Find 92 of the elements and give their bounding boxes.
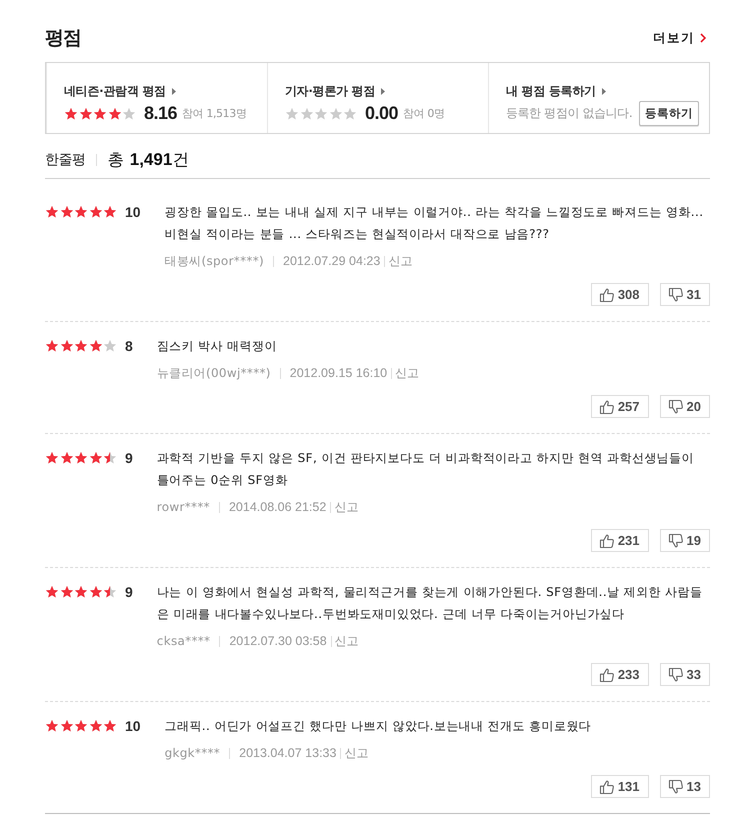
- star-icon: [45, 339, 59, 353]
- thumbs-up-icon: [598, 532, 615, 548]
- thumbs-down-icon: [668, 398, 684, 414]
- caret-right-icon: [381, 88, 386, 95]
- review-score: 9: [125, 450, 133, 466]
- star-icon: [45, 451, 59, 465]
- star-icon: [60, 719, 74, 733]
- dislike-button[interactable]: 33: [660, 663, 710, 686]
- star-icon: [122, 106, 136, 120]
- star-icon: [103, 585, 117, 599]
- star-icon: [74, 719, 88, 733]
- review-text: 나는 이 영화에서 현실성 과학적, 물리적근거를 찾는게 이해가안된다. SF영환데..날 제외한 사람들은 미래를 내다볼수있나보다..두번봐도재미있었다. 근데 너무 다죽이는거아닌가싶다: [156, 584, 704, 623]
- star-icon: [285, 106, 299, 120]
- star-icon: [45, 719, 59, 733]
- average-score: 8.16: [144, 103, 178, 124]
- thumbs-down-icon: [668, 532, 684, 548]
- empty-rating-message: 등록한 평점이 없습니다.: [506, 105, 632, 122]
- review-text: 짐스키 박사 매력쟁이: [156, 338, 278, 355]
- star-icon: [93, 106, 107, 120]
- rating-category-link[interactable]: 내 평점 등록하기: [506, 82, 606, 100]
- star-icon: [60, 451, 74, 465]
- register-button[interactable]: 등록하기: [639, 101, 699, 126]
- review-score: 8: [125, 338, 133, 354]
- section-title: 평점: [45, 26, 81, 51]
- star-icon: [60, 205, 74, 219]
- review-score: 9: [125, 584, 133, 600]
- section-title: 한줄평: [45, 151, 86, 169]
- review-author: gkgk****: [164, 746, 220, 760]
- thumbs-down-icon: [668, 778, 684, 794]
- star-icon: [300, 106, 314, 120]
- star-icon: [74, 339, 88, 353]
- like-button[interactable]: 233: [590, 663, 649, 686]
- star-icon: [328, 106, 342, 120]
- star-icon: [74, 205, 88, 219]
- review-author: cksa****: [156, 634, 210, 648]
- star-icon: [78, 106, 92, 120]
- review-text: 과학적 기반을 두지 않은 SF, 이건 판타지보다도 더 비과학적이라고 하지만 현역 과학선생님들이 틀어주는 0순위 SF영화: [156, 450, 695, 489]
- star-icon: [45, 585, 59, 599]
- participant-count: 참여 1,513명: [182, 106, 246, 121]
- caret-right-icon: [172, 88, 176, 95]
- star-icon: [343, 106, 357, 120]
- star-icon: [74, 585, 88, 599]
- star-icon: [88, 339, 102, 353]
- more-link[interactable]: 더보기: [653, 30, 706, 46]
- like-button[interactable]: 131: [590, 775, 649, 798]
- rating-category-link[interactable]: 기자·평론가 평점: [285, 82, 386, 100]
- star-icon: [88, 205, 102, 219]
- star-icon: [108, 106, 122, 120]
- dislike-button[interactable]: 31: [660, 283, 710, 306]
- review-author: 태봉씨(spor****): [164, 252, 264, 270]
- thumbs-up-icon: [598, 666, 615, 682]
- review-date: 2012.07.30 03:58: [229, 634, 327, 648]
- review-date: 2012.09.15 16:10: [290, 366, 388, 380]
- like-button[interactable]: 308: [590, 283, 649, 306]
- star-icon: [74, 451, 88, 465]
- dislike-button[interactable]: 13: [660, 775, 710, 798]
- like-button[interactable]: 257: [590, 395, 649, 418]
- review-author: rowr****: [156, 500, 210, 514]
- review-text: 그래픽.. 어딘가 어설프긴 했다만 나쁘지 않았다.보는내내 전개도 흥미로웠다: [164, 718, 592, 735]
- star-icon: [103, 205, 117, 219]
- review-text: 굉장한 몰입도.. 보는 내내 실제 지구 내부는 이럴거야.. 라는 착각을 느낄정도로 빠져드는 영화... 비현실 적이라는 분들 ... 스타워즈는 현실적이라서 대작으로 남음???: [164, 204, 704, 243]
- star-icon: [88, 585, 102, 599]
- star-icon: [88, 719, 102, 733]
- star-icon: [45, 205, 59, 219]
- chevron-right-icon: [700, 33, 706, 43]
- star-icon: [103, 451, 117, 465]
- star-icon: [64, 106, 78, 120]
- thumbs-up-icon: [598, 778, 615, 794]
- review-score: 10: [125, 204, 141, 220]
- rating-category-link[interactable]: 네티즌·관람객 평점: [64, 82, 176, 100]
- star-icon: [103, 719, 117, 733]
- like-button[interactable]: 231: [590, 529, 649, 552]
- dislike-button[interactable]: 19: [660, 529, 710, 552]
- caret-right-icon: [602, 88, 606, 95]
- dislike-button[interactable]: 20: [660, 395, 710, 418]
- star-icon: [103, 339, 117, 353]
- thumbs-down-icon: [668, 286, 684, 302]
- star-icon: [60, 585, 74, 599]
- review-date: 2012.07.29 04:23: [283, 254, 380, 268]
- star-icon: [314, 106, 328, 120]
- thumbs-down-icon: [668, 666, 684, 682]
- review-date: 2013.04.07 13:33: [239, 746, 336, 760]
- thumbs-up-icon: [598, 398, 615, 414]
- thumbs-up-icon: [598, 286, 615, 302]
- star-icon: [60, 339, 74, 353]
- average-score: 0.00: [365, 103, 398, 124]
- review-date: 2014.08.06 21:52: [228, 500, 326, 514]
- star-icon: [88, 451, 102, 465]
- review-score: 10: [125, 718, 141, 734]
- review-author: 뉴클리어(00wj****): [156, 364, 271, 382]
- review-count: 총 1,491건: [108, 149, 190, 171]
- participant-count: 참여 0명: [403, 106, 445, 121]
